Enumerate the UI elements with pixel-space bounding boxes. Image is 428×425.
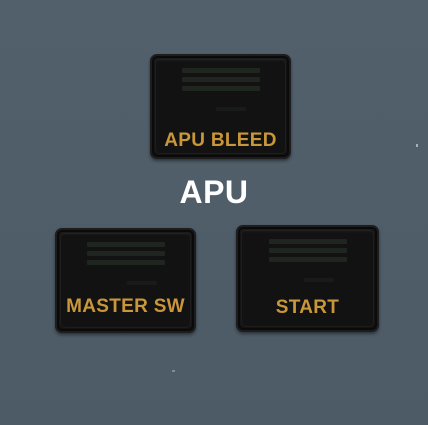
start-label: START [275, 297, 340, 318]
apu-bleed-label: APU BLEED [164, 130, 277, 151]
annunciator-indicator [268, 239, 347, 266]
annunciator-fault-light [216, 107, 247, 111]
apu-overhead-panel: APU BLEED APU MASTER SW START [0, 0, 428, 425]
annunciator-indicator [181, 68, 260, 95]
master-sw-label: MASTER SW [66, 296, 185, 317]
annunciator-fault-light [303, 278, 334, 282]
start-button[interactable]: START [236, 225, 379, 332]
apu-bleed-button[interactable]: APU BLEED [150, 54, 291, 159]
panel-speck [172, 370, 175, 372]
panel-speck [416, 144, 418, 147]
panel-title: APU [179, 174, 249, 210]
master-sw-button[interactable]: MASTER SW [55, 228, 196, 333]
annunciator-indicator [86, 242, 165, 269]
annunciator-fault-light [126, 281, 157, 285]
